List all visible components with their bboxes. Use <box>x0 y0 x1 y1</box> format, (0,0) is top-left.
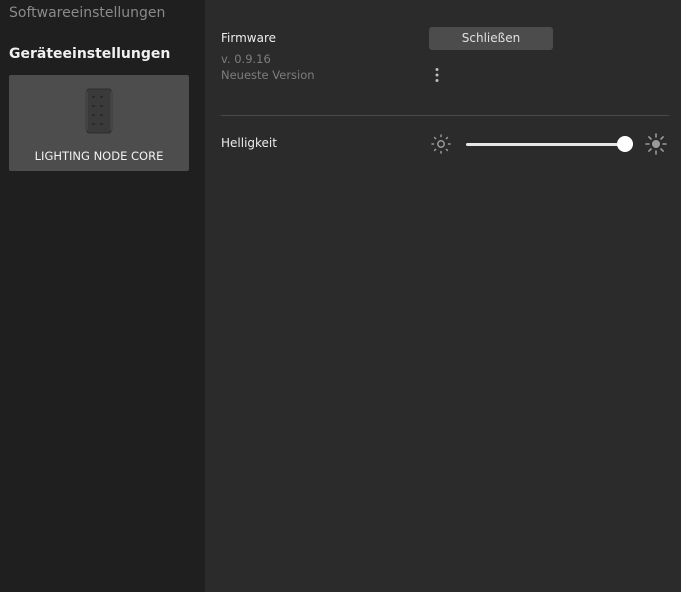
nav-device-settings[interactable]: Geräteeinstellungen <box>9 46 170 62</box>
close-button[interactable]: Schließen <box>429 27 553 50</box>
divider <box>221 115 669 116</box>
sidebar: Softwareeinstellungen Geräteeinstellunge… <box>0 0 205 592</box>
app-window: Softwareeinstellungen Geräteeinstellunge… <box>0 0 681 592</box>
sun-dim-icon <box>431 134 451 154</box>
sun-bright-icon <box>645 133 667 155</box>
brightness-slider[interactable] <box>466 134 641 154</box>
main-panel: Firmware v. 0.9.16 Neueste Version Schli… <box>205 0 681 592</box>
firmware-status: Neueste Version <box>221 68 315 82</box>
firmware-title: Firmware <box>221 31 276 45</box>
firmware-version: v. 0.9.16 <box>221 52 271 66</box>
device-card[interactable]: LIGHTING NODE CORE <box>9 75 189 171</box>
brightness-label: Helligkeit <box>221 136 277 150</box>
nav-software-settings[interactable]: Softwareeinstellungen <box>9 5 165 21</box>
more-vertical-icon[interactable] <box>431 67 443 83</box>
device-image-icon <box>85 88 113 134</box>
slider-fill <box>466 143 625 146</box>
device-name: LIGHTING NODE CORE <box>34 149 164 163</box>
slider-thumb[interactable] <box>617 136 633 152</box>
